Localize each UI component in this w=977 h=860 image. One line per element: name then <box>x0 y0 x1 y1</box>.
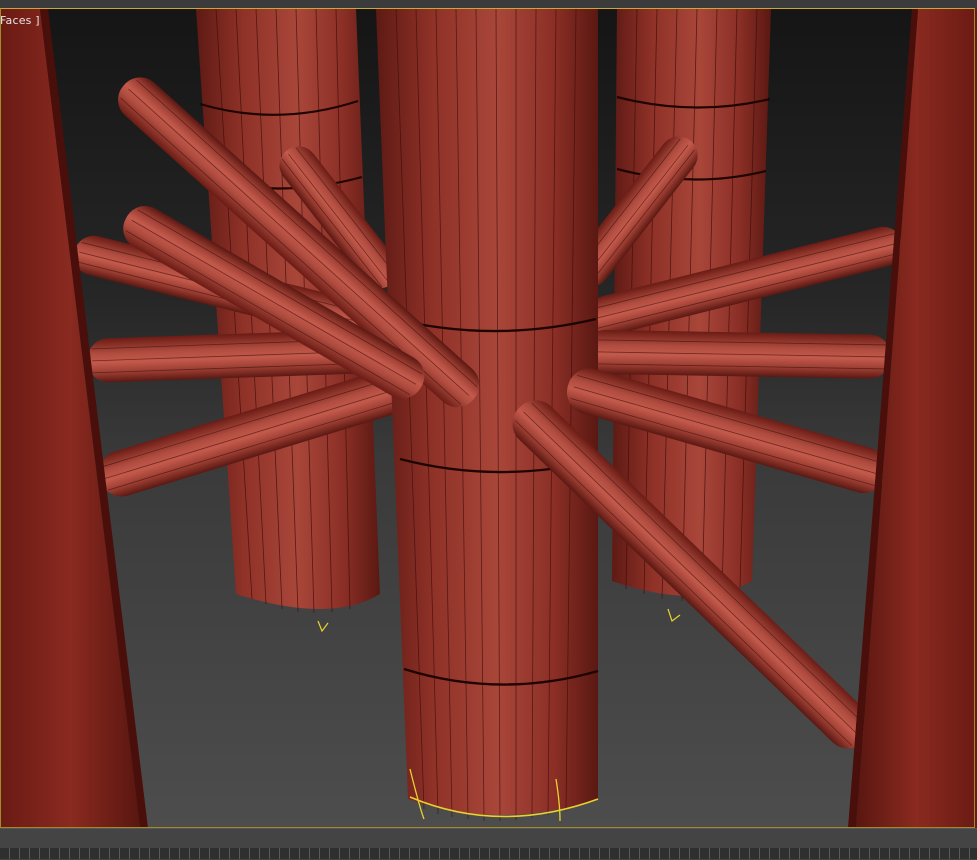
viewport-canvas[interactable] <box>0 9 977 828</box>
viewport-shading-label[interactable]: Faces ] <box>0 14 40 27</box>
app-window: Faces ] <box>0 0 977 860</box>
perspective-viewport[interactable] <box>0 9 977 828</box>
timeline-slider[interactable] <box>0 848 977 859</box>
pillar-center[interactable] <box>376 9 599 822</box>
